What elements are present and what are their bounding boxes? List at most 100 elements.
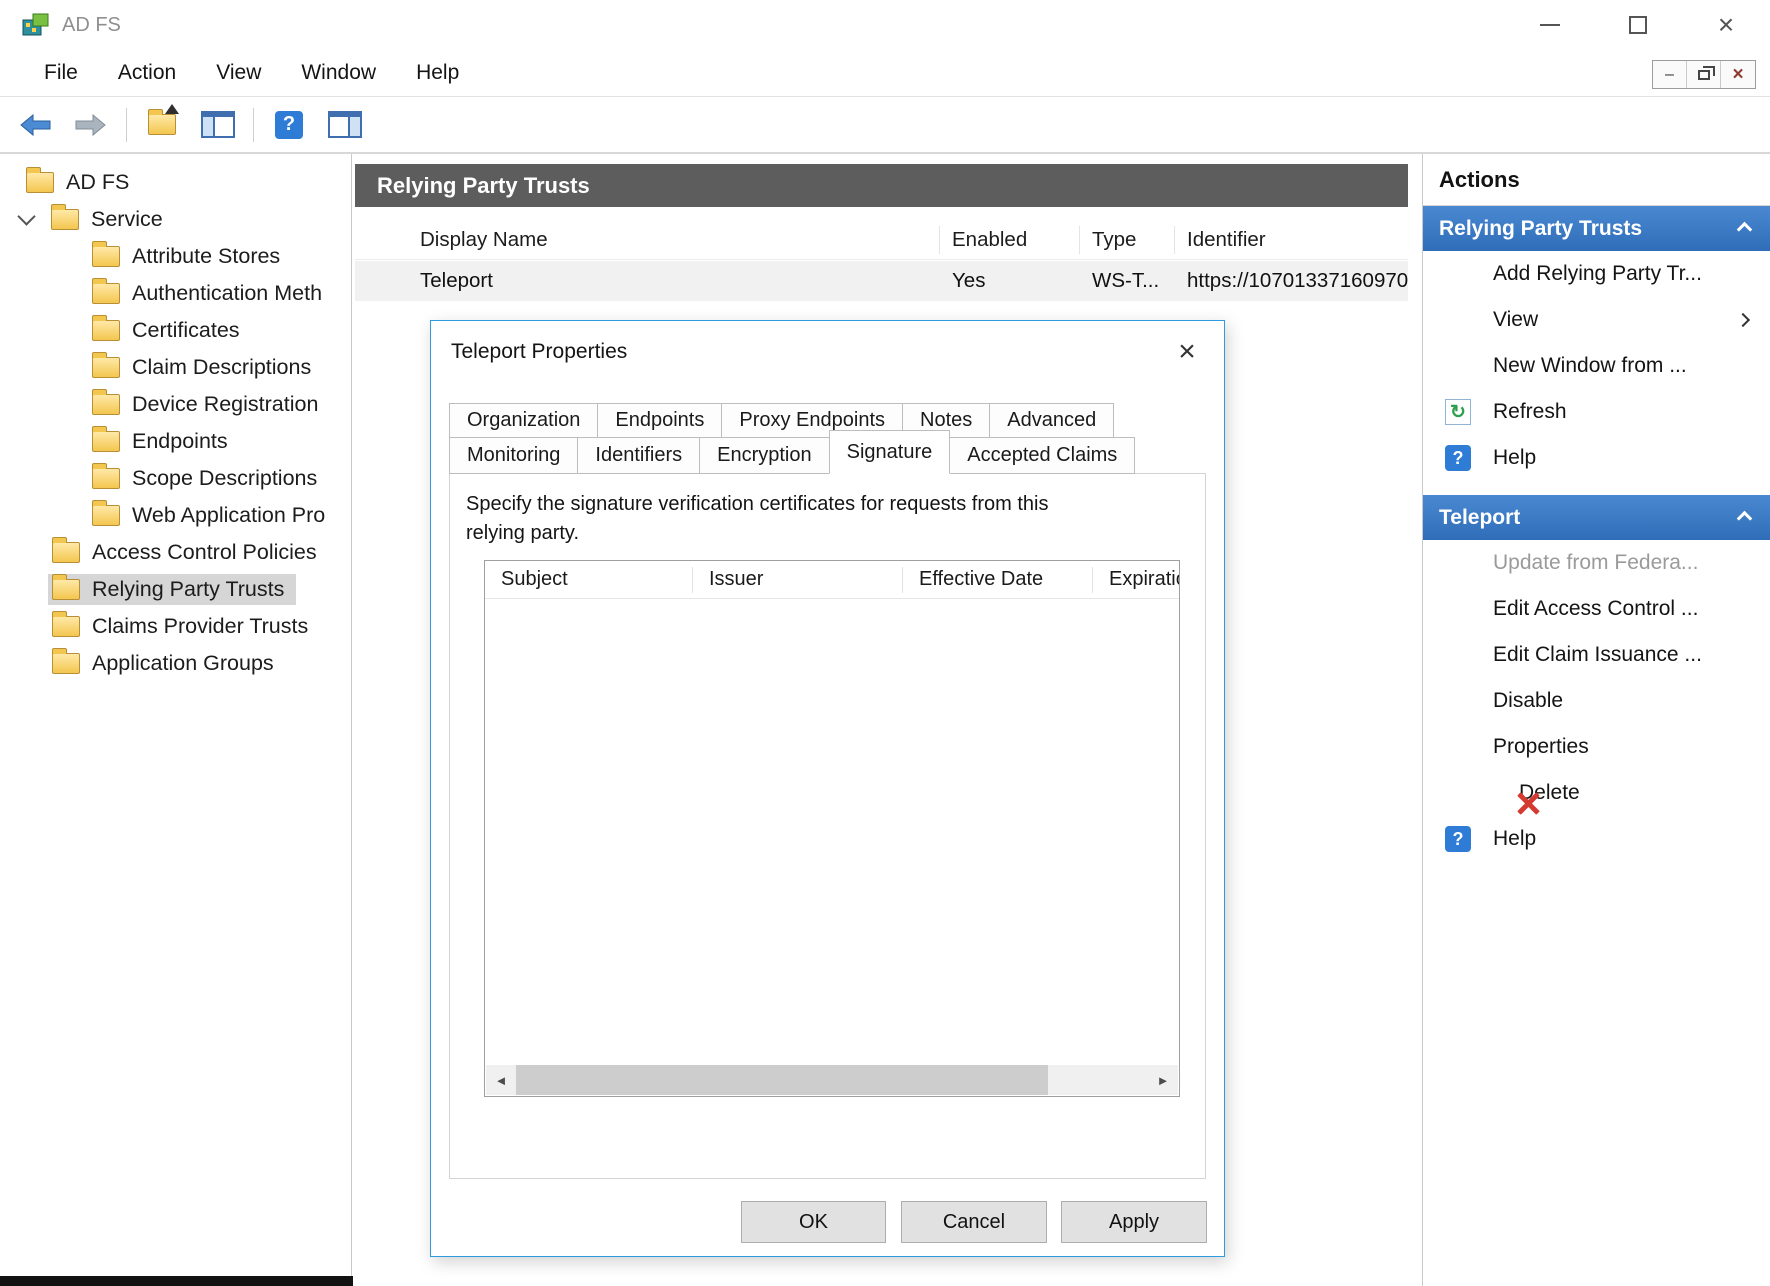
collapse-section-icon[interactable]	[1737, 511, 1753, 527]
show-console-tree-button[interactable]	[195, 104, 241, 146]
action-disable[interactable]: Disable	[1423, 678, 1770, 724]
tab-endpoints[interactable]: Endpoints	[597, 403, 722, 438]
scroll-left-button[interactable]: ◄	[486, 1065, 516, 1095]
teleport-properties-dialog: Teleport Properties × Organization Endpo…	[430, 320, 1225, 1257]
column-display-name[interactable]: Display Name	[355, 226, 940, 254]
back-arrow-icon	[17, 112, 53, 138]
tab-advanced[interactable]: Advanced	[989, 403, 1114, 438]
up-one-level-button[interactable]	[139, 104, 185, 146]
back-button[interactable]	[12, 104, 58, 146]
certificate-list[interactable]: Subject Issuer Effective Date Expiratio …	[484, 560, 1180, 1097]
column-effective-date[interactable]: Effective Date	[903, 567, 1093, 593]
section-header-teleport[interactable]: Teleport	[1423, 495, 1770, 540]
menu-file[interactable]: File	[44, 61, 78, 85]
action-edit-access-control[interactable]: Edit Access Control ...	[1423, 586, 1770, 632]
tree-item-application-groups[interactable]: Application Groups	[0, 645, 351, 682]
actions-pane: Actions Relying Party Trusts Add Relying…	[1422, 154, 1770, 1286]
column-subject[interactable]: Subject	[485, 567, 693, 593]
folder-icon	[52, 542, 80, 563]
column-identifier[interactable]: Identifier	[1175, 226, 1408, 254]
section-header-relying-party-trusts[interactable]: Relying Party Trusts	[1423, 206, 1770, 251]
section-header-label: Teleport	[1439, 506, 1520, 530]
tree-item-service[interactable]: Service	[0, 201, 351, 238]
column-issuer[interactable]: Issuer	[693, 567, 903, 593]
tree-item-certificates[interactable]: Certificates	[0, 312, 351, 349]
action-help-2[interactable]: ? Help	[1423, 816, 1770, 862]
tree-item-claim-descriptions[interactable]: Claim Descriptions	[0, 349, 351, 386]
adfs-app-icon	[22, 12, 50, 38]
tree-item-device-registration[interactable]: Device Registration	[0, 386, 351, 423]
tab-monitoring[interactable]: Monitoring	[449, 437, 578, 474]
maximize-button[interactable]	[1594, 0, 1682, 50]
collapse-chevron-icon[interactable]	[17, 207, 35, 225]
table-row-teleport[interactable]: Teleport Yes WS-T... https://10701337160…	[355, 261, 1408, 301]
folder-icon	[26, 172, 54, 193]
tree-label: Certificates	[132, 318, 240, 343]
folder-icon	[52, 579, 80, 600]
tab-organization[interactable]: Organization	[449, 403, 598, 438]
action-add-relying-party-trust[interactable]: Add Relying Party Tr...	[1423, 251, 1770, 297]
tree-item-adfs-root[interactable]: AD FS	[0, 164, 351, 201]
menu-action[interactable]: Action	[118, 61, 176, 85]
menu-view[interactable]: View	[216, 61, 261, 85]
action-view[interactable]: View	[1423, 297, 1770, 343]
cell-enabled: Yes	[940, 261, 1080, 301]
tree-item-claims-provider-trusts[interactable]: Claims Provider Trusts	[0, 608, 351, 645]
forward-button[interactable]	[68, 104, 114, 146]
tab-signature[interactable]: Signature	[829, 430, 951, 474]
tree-item-access-control-policies[interactable]: Access Control Policies	[0, 534, 351, 571]
action-delete[interactable]: Delete	[1423, 770, 1770, 816]
folder-icon	[92, 246, 120, 267]
folder-icon	[92, 468, 120, 489]
column-type[interactable]: Type	[1080, 226, 1175, 254]
show-action-pane-button[interactable]	[322, 104, 368, 146]
mmc-restore-button[interactable]	[1687, 61, 1721, 88]
cancel-button[interactable]: Cancel	[901, 1201, 1047, 1243]
column-expiration[interactable]: Expiratio	[1093, 567, 1179, 593]
actions-pane-title: Actions	[1423, 154, 1770, 206]
tree-item-scope-descriptions[interactable]: Scope Descriptions	[0, 460, 351, 497]
action-label: Help	[1493, 446, 1536, 470]
scrollbar-thumb[interactable]	[516, 1065, 1048, 1095]
toolbar-separator	[126, 108, 127, 142]
tree-item-web-application-proxy[interactable]: Web Application Pro	[0, 497, 351, 534]
results-pane-caption: Relying Party Trusts	[355, 164, 1408, 207]
action-edit-claim-issuance[interactable]: Edit Claim Issuance ...	[1423, 632, 1770, 678]
action-label: View	[1493, 308, 1538, 332]
column-enabled[interactable]: Enabled	[940, 226, 1080, 254]
mmc-close-button[interactable]: ×	[1721, 61, 1755, 88]
action-properties[interactable]: Properties	[1423, 724, 1770, 770]
submenu-arrow-icon	[1736, 313, 1750, 327]
tab-accepted-claims[interactable]: Accepted Claims	[949, 437, 1135, 474]
apply-button[interactable]: Apply	[1061, 1201, 1207, 1243]
action-refresh[interactable]: ↻ Refresh	[1423, 389, 1770, 435]
minimize-button[interactable]	[1506, 0, 1594, 50]
tree-label: Application Groups	[92, 651, 274, 676]
menu-help[interactable]: Help	[416, 61, 459, 85]
tree-label: Authentication Meth	[132, 281, 322, 306]
tree-item-attribute-stores[interactable]: Attribute Stores	[0, 238, 351, 275]
action-new-window[interactable]: New Window from ...	[1423, 343, 1770, 389]
collapse-section-icon[interactable]	[1737, 222, 1753, 238]
mmc-restore-icon	[1698, 70, 1710, 80]
tab-encryption[interactable]: Encryption	[699, 437, 830, 474]
tree-item-authentication-methods[interactable]: Authentication Meth	[0, 275, 351, 312]
dialog-close-button[interactable]: ×	[1164, 333, 1210, 371]
scroll-right-button[interactable]: ►	[1148, 1065, 1178, 1095]
close-button[interactable]: ×	[1682, 0, 1770, 50]
refresh-icon: ↻	[1445, 399, 1471, 425]
menu-window[interactable]: Window	[301, 61, 376, 85]
ok-button[interactable]: OK	[741, 1201, 886, 1243]
help-toolbar-button[interactable]: ?	[266, 104, 312, 146]
folder-up-icon	[148, 114, 176, 135]
action-help-1[interactable]: ? Help	[1423, 435, 1770, 481]
forward-arrow-icon	[73, 112, 109, 138]
tree-item-endpoints[interactable]: Endpoints	[0, 423, 351, 460]
section-header-label: Relying Party Trusts	[1439, 217, 1642, 241]
mmc-minimize-button[interactable]: –	[1653, 61, 1687, 88]
folder-icon	[92, 505, 120, 526]
tab-identifiers[interactable]: Identifiers	[577, 437, 700, 474]
tree-item-relying-party-trusts[interactable]: Relying Party Trusts	[0, 571, 351, 608]
horizontal-scrollbar[interactable]: ◄ ►	[486, 1065, 1178, 1095]
maximize-icon	[1629, 16, 1647, 34]
